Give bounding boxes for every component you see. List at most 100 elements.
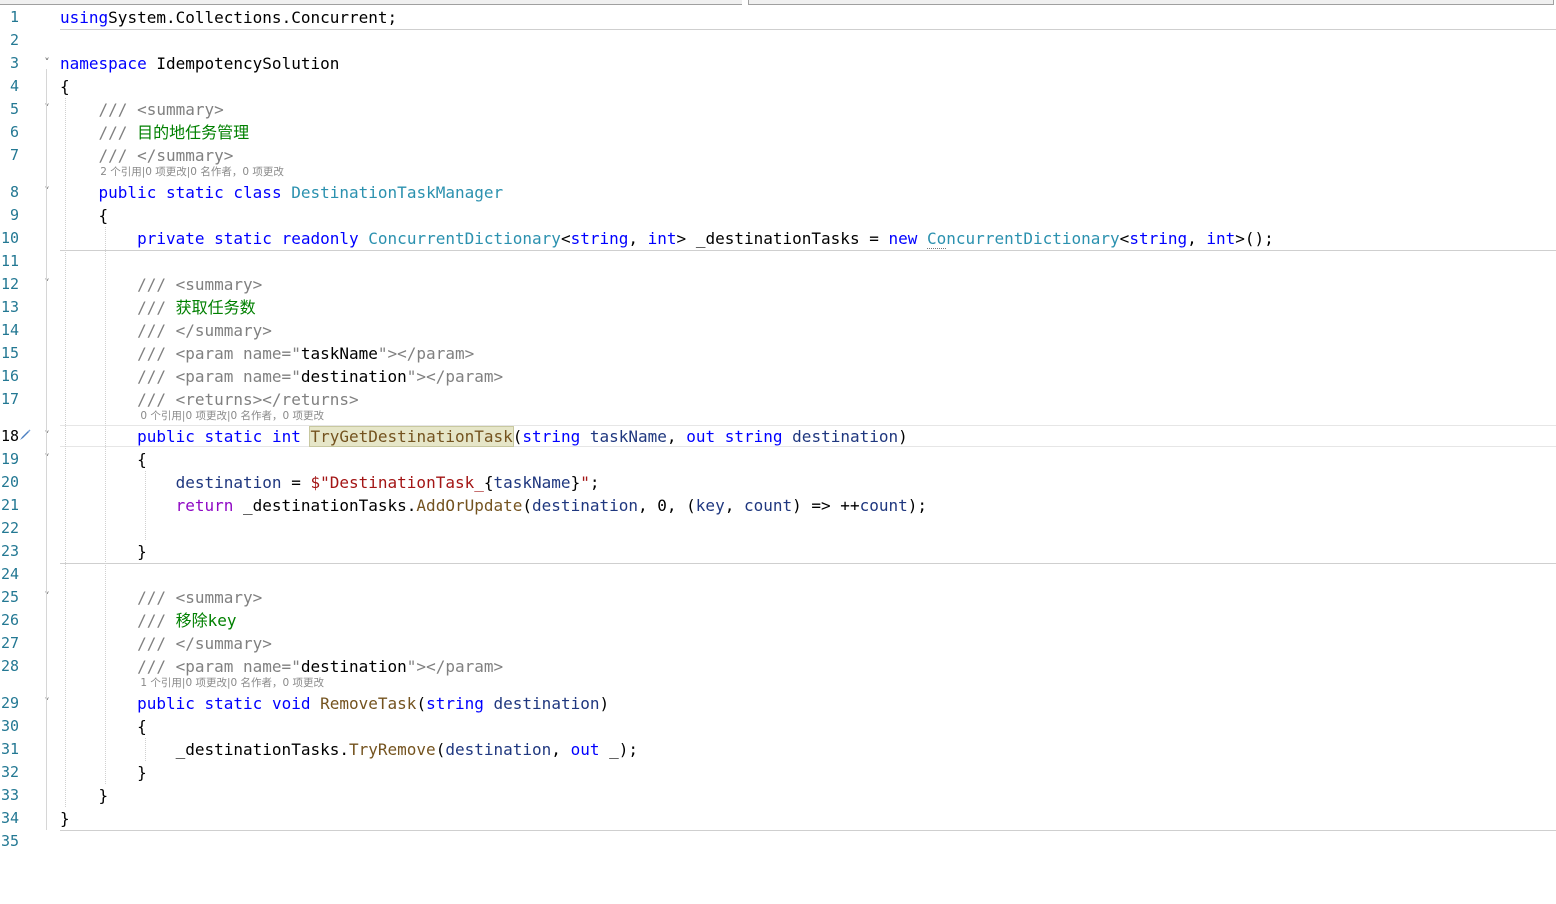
code-line[interactable]: 29 ˅ public static void RemoveTask(string… (0, 692, 1556, 715)
code-token: destination (300, 657, 407, 676)
indent-guide (145, 471, 146, 540)
line-number: 16 (0, 367, 19, 385)
code-token: taskName (300, 344, 378, 363)
code-token: _destinationTasks. (233, 496, 417, 515)
code-text: /// 获取任务数 (60, 296, 256, 319)
code-token: , (1187, 229, 1207, 248)
code-line[interactable]: 16 /// <param name="destination"></param… (0, 365, 1556, 388)
code-line[interactable]: 14 /// </summary> (0, 319, 1556, 342)
code-line[interactable]: 31 _destinationTasks.TryRemove(destinati… (0, 738, 1556, 761)
code-line[interactable]: 4{ (0, 75, 1556, 98)
code-line[interactable]: 20 destination = $"DestinationTask_{task… (0, 471, 1556, 494)
code-line[interactable]: 17 /// <returns></returns> (0, 388, 1556, 411)
fold-chevron-icon[interactable]: ˅ (41, 278, 53, 290)
code-token: count (743, 496, 793, 515)
code-text: /// 移除key (60, 609, 236, 632)
line-number: 35 (0, 832, 19, 850)
quick-action-pencil-icon[interactable] (18, 427, 32, 441)
code-token: /// <param name=" (137, 657, 301, 676)
code-line[interactable]: 7 /// </summary> (0, 144, 1556, 167)
code-line[interactable]: 25 ˅ /// <summary> (0, 586, 1556, 609)
code-line[interactable]: 34} (0, 807, 1556, 830)
code-line[interactable]: 32 } (0, 761, 1556, 784)
codelens-info[interactable]: 2 个引用|0 项更改|0 名作者，0 项更改 (100, 165, 284, 179)
code-line[interactable]: 9 { (0, 204, 1556, 227)
code-token: destination (493, 694, 600, 713)
indent-guide (65, 98, 66, 807)
code-line[interactable]: 27 /// </summary> (0, 632, 1556, 655)
code-text: namespace IdempotencySolution (60, 52, 339, 75)
fold-chevron-icon[interactable]: ˅ (41, 103, 53, 115)
code-line[interactable]: 12 ˅ /// <summary> (0, 273, 1556, 296)
code-token: TryRemove (348, 740, 436, 759)
code-token: } (570, 473, 581, 492)
code-line[interactable]: 19 ˅ { (0, 448, 1556, 471)
code-line[interactable]: 2 (0, 29, 1556, 52)
code-line[interactable]: 18 ˅ public static int TryGetDestinationT… (0, 425, 1556, 448)
line-number: 33 (0, 786, 19, 804)
code-token: >(); (1235, 229, 1274, 248)
code-token: /// <summary> (137, 275, 263, 294)
codelens-info[interactable]: 0 个引用|0 项更改|0 名作者，0 项更改 (140, 409, 324, 423)
code-line[interactable]: 22 (0, 517, 1556, 540)
code-line[interactable]: 21 return _destinationTasks.AddOrUpdate(… (0, 494, 1556, 517)
code-line[interactable]: 8 ˅ public static class DestinationTaskMa… (0, 181, 1556, 204)
fold-chevron-icon[interactable]: ˅ (41, 591, 53, 603)
code-line[interactable]: 33 } (0, 784, 1556, 807)
code-line[interactable]: 5 ˅ /// <summary> (0, 98, 1556, 121)
code-line[interactable]: 26 /// 移除key (0, 609, 1556, 632)
line-number: 19 (0, 450, 19, 468)
fold-chevron-icon[interactable]: ˅ (41, 697, 53, 709)
codelens-info[interactable]: 1 个引用|0 项更改|0 名作者，0 项更改 (140, 676, 324, 690)
code-token: ncurrentDictionary (946, 229, 1120, 248)
code-line[interactable]: 11 (0, 250, 1556, 273)
code-line[interactable]: 28 /// <param name="destination"></param… (0, 655, 1556, 678)
code-line[interactable]: 24 (0, 563, 1556, 586)
code-line[interactable]: 6 /// 目的地任务管理 (0, 121, 1556, 144)
line-number: 5 (9, 100, 19, 118)
type-dropdown[interactable] (0, 0, 742, 5)
code-line[interactable]: 23 } (0, 540, 1556, 563)
code-line[interactable]: 13 /// 获取任务数 (0, 296, 1556, 319)
code-token: static (165, 183, 224, 202)
code-token: using (60, 8, 109, 27)
line-number: 4 (9, 77, 19, 95)
code-text: /// <param name="taskName"></param> (60, 342, 474, 365)
code-line[interactable]: 10 private static readonly ConcurrentDic… (0, 227, 1556, 250)
code-token: _destinationTasks. (60, 740, 349, 759)
code-token: string (570, 229, 629, 248)
code-token: static (204, 427, 263, 446)
fold-chevron-icon[interactable]: ˅ (41, 186, 53, 198)
code-token: Co (927, 229, 947, 249)
code-token: } (60, 763, 147, 782)
code-line[interactable]: 35 (0, 830, 1556, 853)
code-token: { (60, 206, 109, 225)
code-token: out (686, 427, 716, 446)
code-token: /// </summary> (137, 321, 272, 340)
fold-chevron-icon[interactable]: ˅ (41, 453, 53, 465)
code-line[interactable]: 3 ˅ namespace IdempotencySolution (0, 52, 1556, 75)
code-line[interactable]: 15 /// <param name="taskName"></param> (0, 342, 1556, 365)
fold-chevron-icon[interactable]: ˅ (41, 430, 53, 442)
code-token: string (1129, 229, 1188, 248)
code-token: " (580, 473, 590, 492)
code-line[interactable]: 30 { (0, 715, 1556, 738)
code-text: } (60, 540, 147, 563)
member-dropdown[interactable] (748, 0, 1554, 5)
code-token: } (60, 786, 109, 805)
fold-chevron-icon[interactable]: ˅ (41, 57, 53, 69)
code-line[interactable]: 1 usingSystem.Collections.Concurrent; (0, 6, 1556, 29)
